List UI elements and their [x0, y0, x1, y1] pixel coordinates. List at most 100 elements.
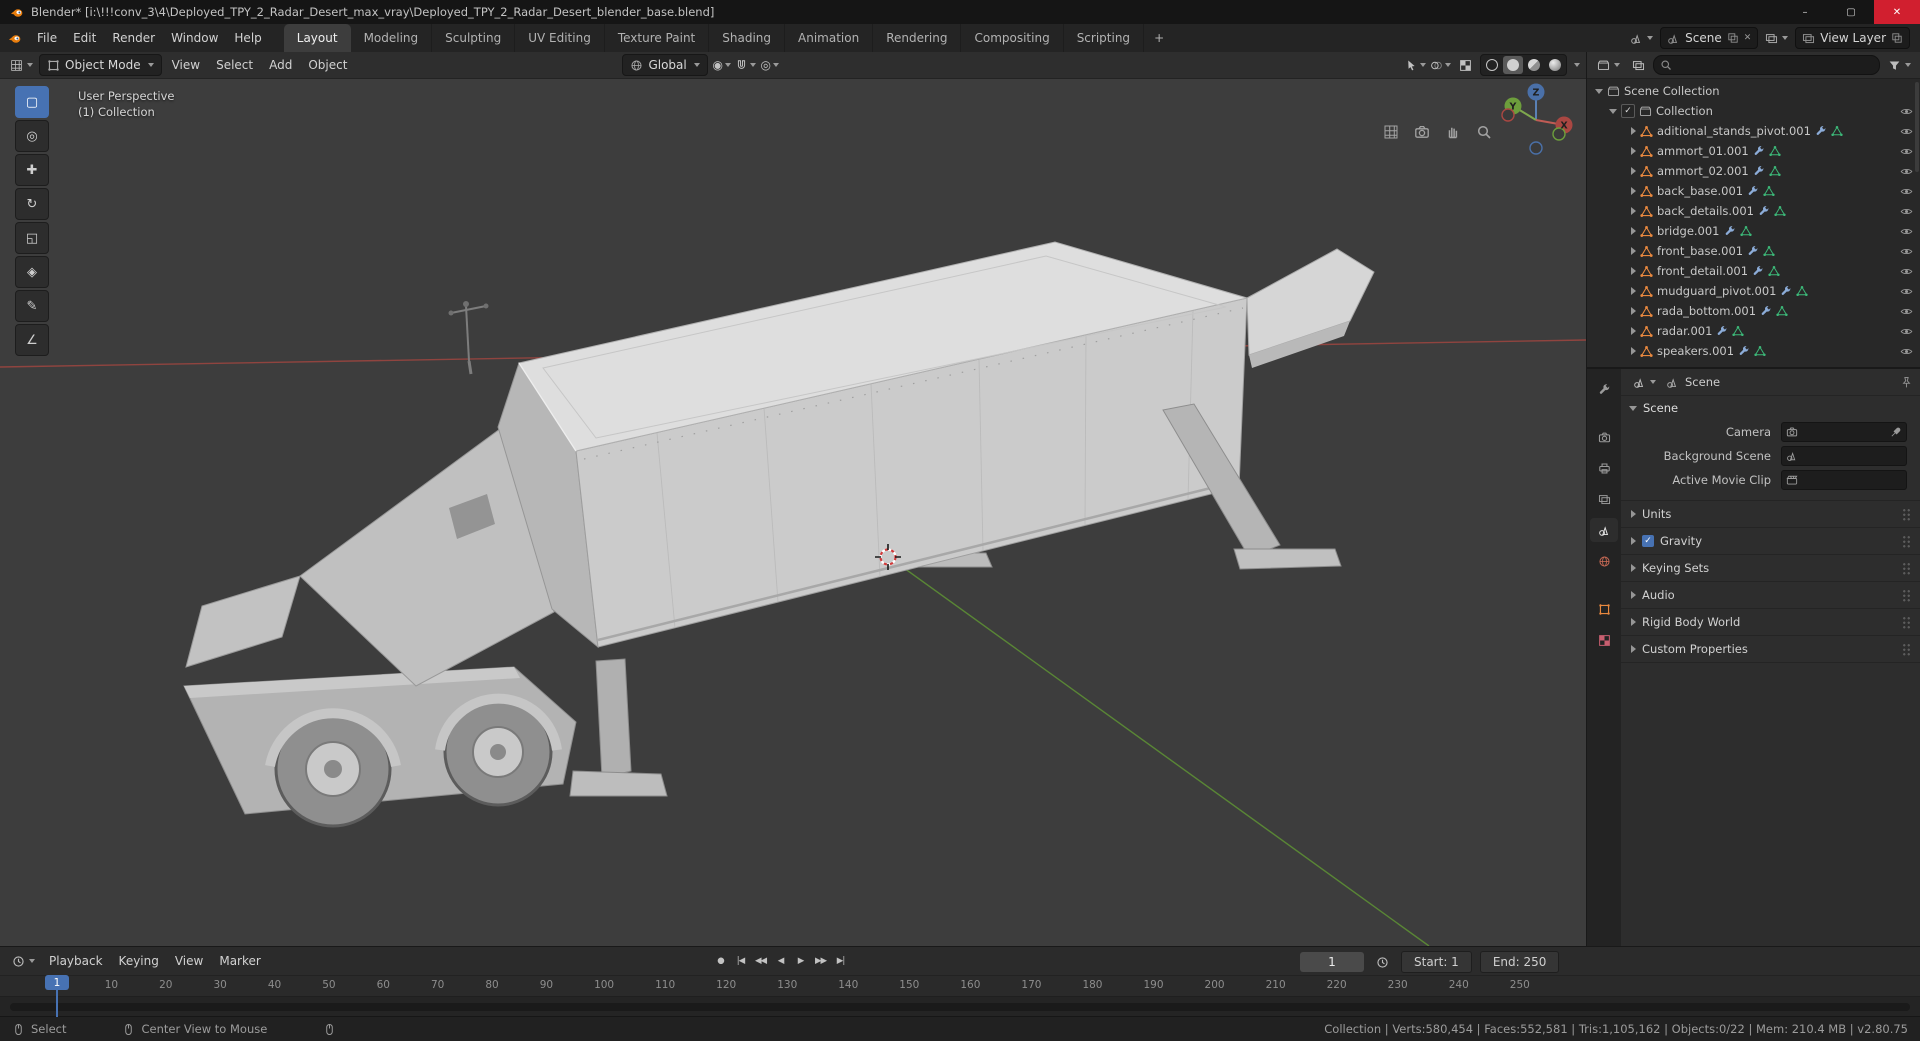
expand-arrow-icon[interactable] [1631, 187, 1636, 195]
close-button[interactable]: ✕ [1874, 0, 1920, 24]
tab-output[interactable] [1590, 456, 1618, 480]
frame-end-field[interactable]: End: 250 [1479, 951, 1560, 973]
outliner-editor-type-button[interactable] [1593, 55, 1624, 75]
viewport-canvas[interactable]: Z Y X [0, 78, 1586, 946]
outliner-object-row[interactable]: ammort_01.001 [1587, 141, 1920, 161]
outliner-object-row[interactable]: mudguard_pivot.001 [1587, 281, 1920, 301]
radar-trailer-model[interactable] [183, 241, 1375, 828]
mode-dropdown[interactable]: Object Mode [39, 54, 162, 76]
workspace-tab[interactable]: Animation [785, 24, 874, 52]
scene-selector[interactable]: Scene ✕ [1660, 27, 1759, 49]
outliner-object-row[interactable]: speakers.001 [1587, 341, 1920, 361]
visibility-eye-icon[interactable] [1900, 345, 1913, 358]
menubar-menu[interactable]: Help [226, 24, 269, 52]
transport-button[interactable]: |◀ [732, 952, 749, 970]
tab-tool[interactable] [1590, 377, 1618, 401]
new-view-layer-icon[interactable] [1891, 32, 1903, 44]
minimize-button[interactable]: – [1782, 0, 1828, 24]
background-scene-input[interactable] [1781, 446, 1907, 466]
transport-button[interactable]: ▶▶ [812, 952, 829, 970]
gizmo-minus-z-axis[interactable] [1529, 141, 1543, 155]
collection-checkbox[interactable]: ✓ [1621, 104, 1635, 118]
expand-arrow-icon[interactable] [1631, 147, 1636, 155]
workspace-tab[interactable]: Rendering [873, 24, 962, 52]
timeline-menu[interactable]: Keying [111, 947, 167, 975]
visibility-eye-icon[interactable] [1900, 125, 1913, 138]
properties-section-header[interactable]: Audio [1621, 582, 1920, 609]
tab-render[interactable] [1590, 425, 1618, 449]
outliner-object-row[interactable]: back_details.001 [1587, 201, 1920, 221]
expand-arrow-icon[interactable] [1631, 347, 1636, 355]
proportional-editing-button[interactable]: ◎ [760, 55, 780, 75]
visibility-eye-icon[interactable] [1900, 305, 1913, 318]
properties-section-header[interactable]: Custom Properties [1621, 636, 1920, 663]
playhead[interactable]: 1 [45, 975, 69, 1017]
properties-section-header[interactable]: Units [1621, 501, 1920, 528]
eyedropper-icon[interactable] [1890, 426, 1902, 438]
collapse-arrow-icon[interactable] [1609, 108, 1617, 114]
tab-world[interactable] [1590, 549, 1618, 573]
active-movie-clip-input[interactable] [1781, 470, 1907, 490]
workspace-tab[interactable]: Modeling [351, 24, 433, 52]
visibility-eye-icon[interactable] [1900, 105, 1913, 118]
visibility-eye-icon[interactable] [1900, 265, 1913, 278]
workspace-tab[interactable]: Compositing [961, 24, 1064, 52]
menubar-menu[interactable]: File [29, 24, 65, 52]
timeline-editor-type-button[interactable] [8, 951, 39, 971]
outliner-object-row[interactable]: front_detail.001 [1587, 261, 1920, 281]
tool-button[interactable]: ✚ [15, 154, 49, 186]
outliner-object-row[interactable]: front_base.001 [1587, 241, 1920, 261]
timeline-scrollbar[interactable] [10, 1003, 1910, 1011]
workspace-tab[interactable]: Sculpting [432, 24, 516, 52]
xray-toggle-button[interactable] [1455, 55, 1475, 75]
drag-handle-icon[interactable] [1902, 642, 1911, 656]
workspace-tab[interactable]: Layout [283, 24, 351, 52]
tool-button[interactable]: ◱ [15, 222, 49, 254]
viewport-menu[interactable]: Select [208, 52, 261, 79]
use-preview-range-button[interactable] [1372, 952, 1393, 972]
expand-arrow-icon[interactable] [1631, 247, 1636, 255]
visibility-eye-icon[interactable] [1900, 285, 1913, 298]
outliner-collection-row[interactable]: ✓ Collection [1587, 101, 1920, 121]
tool-button[interactable]: ▢ [15, 86, 49, 118]
expand-arrow-icon[interactable] [1631, 167, 1636, 175]
pin-icon[interactable] [1900, 376, 1913, 389]
outliner-object-row[interactable]: back_base.001 [1587, 181, 1920, 201]
visibility-eye-icon[interactable] [1900, 205, 1913, 218]
expand-arrow-icon[interactable] [1631, 267, 1636, 275]
workspace-tab[interactable]: Texture Paint [605, 24, 710, 52]
blender-menu-button[interactable] [0, 32, 29, 45]
timeline-track-area[interactable] [0, 997, 1920, 1018]
expand-arrow-icon[interactable] [1631, 307, 1636, 315]
visibility-eye-icon[interactable] [1900, 225, 1913, 238]
transform-orientation-dropdown[interactable]: Global [622, 54, 708, 76]
workspace-tab[interactable]: Shading [709, 24, 785, 52]
visibility-eye-icon[interactable] [1900, 185, 1913, 198]
transport-button[interactable]: ● [712, 952, 729, 970]
drag-handle-icon[interactable] [1902, 507, 1911, 521]
outliner-object-row[interactable]: bridge.001 [1587, 221, 1920, 241]
gravity-checkbox[interactable]: ✓ [1642, 535, 1654, 547]
outliner-filter-button[interactable] [1884, 55, 1915, 75]
timeline-menu[interactable]: View [167, 947, 211, 975]
timeline-menu[interactable]: Playback [41, 947, 111, 975]
outliner-scrollbar[interactable] [1915, 82, 1919, 172]
visibility-eye-icon[interactable] [1900, 145, 1913, 158]
outliner-object-row[interactable]: rada_bottom.001 [1587, 301, 1920, 321]
browse-scene-button[interactable] [1627, 32, 1656, 45]
viewport-menu[interactable]: Add [261, 52, 300, 79]
visibility-eye-icon[interactable] [1900, 325, 1913, 338]
drag-handle-icon[interactable] [1902, 534, 1911, 548]
tool-button[interactable]: ◈ [15, 256, 49, 288]
expand-arrow-icon[interactable] [1631, 127, 1636, 135]
drag-handle-icon[interactable] [1902, 561, 1911, 575]
properties-section-header[interactable]: Keying Sets [1621, 555, 1920, 582]
outliner-object-row[interactable]: ammort_02.001 [1587, 161, 1920, 181]
tool-button[interactable]: ∠ [15, 324, 49, 356]
viewport-menu[interactable]: Object [300, 52, 355, 79]
maximize-button[interactable]: ▢ [1828, 0, 1874, 24]
drag-handle-icon[interactable] [1902, 615, 1911, 629]
menubar-menu[interactable]: Edit [65, 24, 104, 52]
viewport-menu[interactable]: View [164, 52, 208, 79]
timeline-ruler[interactable]: 1102030405060708090100110120130140150160… [0, 976, 1920, 997]
